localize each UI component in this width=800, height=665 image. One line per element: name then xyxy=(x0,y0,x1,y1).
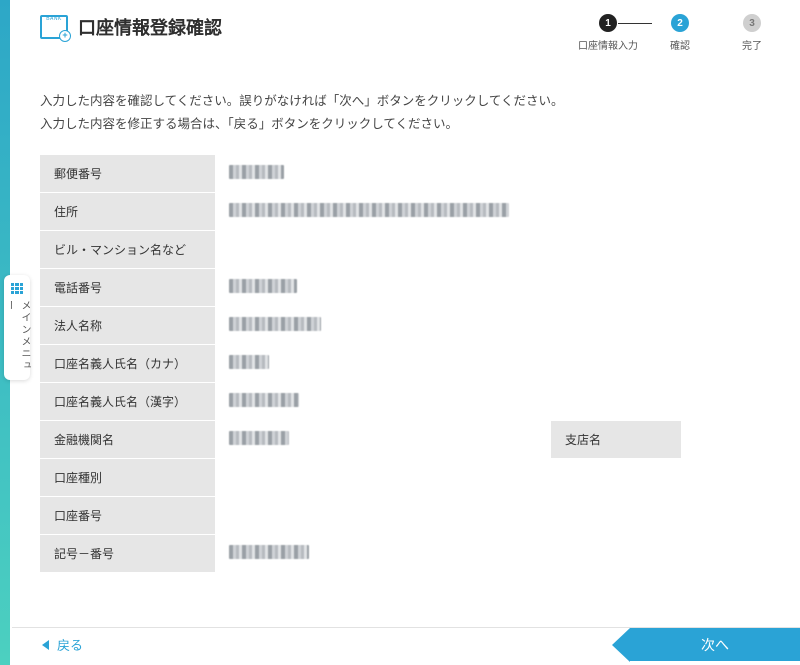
label-kana: 口座名義人氏名（カナ） xyxy=(40,345,215,383)
row-corp: 法人名称 xyxy=(40,307,788,345)
label-kanji: 口座名義人氏名（漢字） xyxy=(40,383,215,421)
bank-plus-icon xyxy=(40,15,68,39)
step-2: 2 確認 xyxy=(644,14,716,52)
label-num: 口座番号 xyxy=(40,497,215,535)
label-branch: 支店名 xyxy=(551,421,681,459)
next-label: 次へ xyxy=(701,635,729,655)
step-2-number: 2 xyxy=(671,14,689,32)
label-building: ビル・マンション名など xyxy=(40,231,215,269)
value-type xyxy=(215,459,788,497)
step-3: 3 完了 xyxy=(716,14,788,52)
step-3-label: 完了 xyxy=(742,37,762,52)
next-arrow-gap-icon xyxy=(594,628,608,662)
label-address: 住所 xyxy=(40,193,215,231)
back-label: 戻る xyxy=(57,635,83,654)
header: 口座情報登録確認 1 口座情報入力 2 確認 3 完了 xyxy=(40,14,788,52)
next-button[interactable]: 次へ xyxy=(630,628,800,661)
step-1-label: 口座情報入力 xyxy=(578,37,638,52)
step-3-number: 3 xyxy=(743,14,761,32)
value-symnum xyxy=(215,535,788,573)
row-address: 住所 xyxy=(40,193,788,231)
label-corp: 法人名称 xyxy=(40,307,215,345)
row-kana: 口座名義人氏名（カナ） xyxy=(40,345,788,383)
value-postal xyxy=(215,155,788,193)
label-type: 口座種別 xyxy=(40,459,215,497)
header-left: 口座情報登録確認 xyxy=(40,14,222,40)
label-bank: 金融機関名 xyxy=(40,421,215,459)
row-kanji: 口座名義人氏名（漢字） xyxy=(40,383,788,421)
row-building: ビル・マンション名など xyxy=(40,231,788,269)
instructions: 入力した内容を確認してください。誤りがなければ「次へ」ボタンをクリックしてくださ… xyxy=(40,90,788,135)
label-phone: 電話番号 xyxy=(40,269,215,307)
bottom-nav: 戻る 次へ xyxy=(12,627,800,661)
confirmation-table: 郵便番号 住所 ビル・マンション名など 電話番号 法人名称 口座名義人氏名（カナ… xyxy=(40,155,788,573)
value-branch xyxy=(681,421,788,459)
value-phone xyxy=(215,269,788,307)
row-phone: 電話番号 xyxy=(40,269,788,307)
value-kana xyxy=(215,345,788,383)
label-symnum: 記号－番号 xyxy=(40,535,215,573)
value-num xyxy=(215,497,788,535)
back-button[interactable]: 戻る xyxy=(12,628,83,661)
row-symnum: 記号－番号 xyxy=(40,535,788,573)
apps-grid-icon xyxy=(11,283,23,294)
instruction-line-2: 入力した内容を修正する場合は、「戻る」ボタンをクリックしてください。 xyxy=(40,113,788,136)
value-building xyxy=(215,231,788,269)
row-postal: 郵便番号 xyxy=(40,155,788,193)
row-num: 口座番号 xyxy=(40,497,788,535)
label-postal: 郵便番号 xyxy=(40,155,215,193)
main-menu-tab[interactable]: メインメニュー xyxy=(4,275,30,380)
stepper: 1 口座情報入力 2 確認 3 完了 xyxy=(572,14,788,52)
value-address xyxy=(215,193,788,231)
step-1-number: 1 xyxy=(599,14,617,32)
value-corp xyxy=(215,307,788,345)
chevron-left-icon xyxy=(42,640,49,650)
content: 口座情報登録確認 1 口座情報入力 2 確認 3 完了 入力した内容を確認してく… xyxy=(40,14,788,625)
instruction-line-1: 入力した内容を確認してください。誤りがなければ「次へ」ボタンをクリックしてくださ… xyxy=(40,90,788,113)
row-bank: 金融機関名 支店名 xyxy=(40,421,788,459)
main-menu-label: メインメニュー xyxy=(2,300,32,380)
value-bank xyxy=(215,421,551,459)
page-title: 口座情報登録確認 xyxy=(78,14,222,40)
row-type: 口座種別 xyxy=(40,459,788,497)
step-1: 1 口座情報入力 xyxy=(572,14,644,52)
step-2-label: 確認 xyxy=(670,37,690,52)
value-kanji xyxy=(215,383,788,421)
